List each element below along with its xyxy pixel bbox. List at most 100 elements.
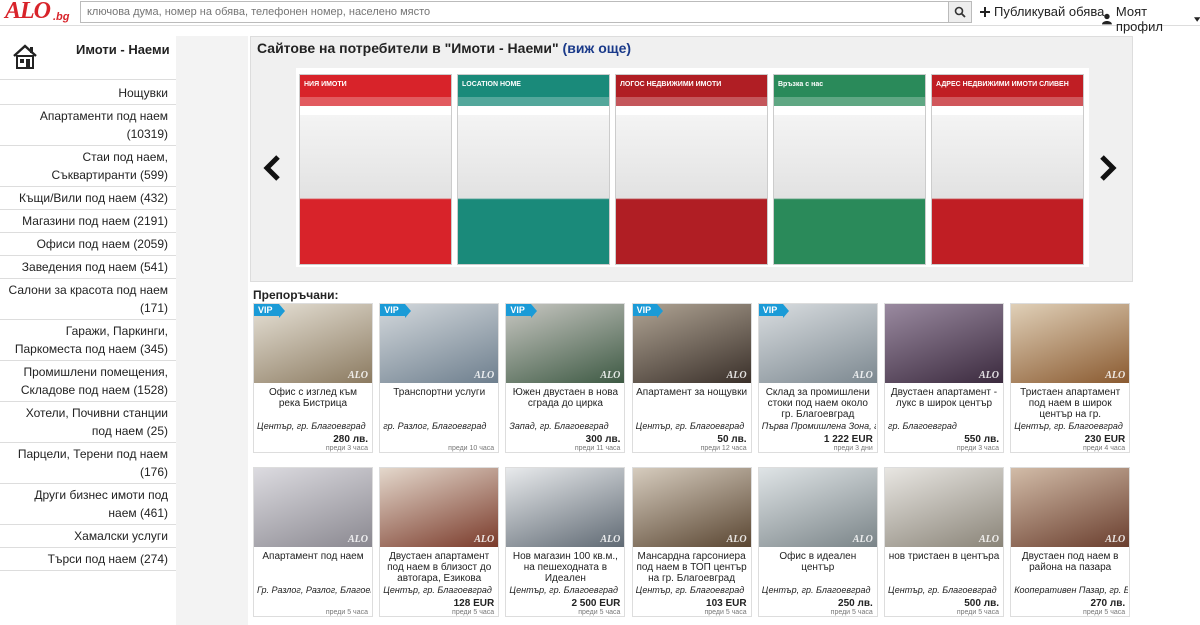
search-icon — [954, 6, 966, 18]
sidebar-item[interactable]: Хамалски услуги — [0, 525, 176, 548]
listing-price: 230 EUR — [1084, 434, 1126, 445]
listing-title: Склад за промишлени стоки под наем около… — [765, 387, 870, 420]
sidebar-item[interactable]: Стаи под наем, Съквартиранти (599) — [0, 146, 176, 187]
listing-title: Двустаен под наем в района на пазара — [1021, 551, 1119, 573]
listing-title: Нов магазин 100 кв.м., на пешеходната в … — [512, 551, 618, 584]
publish-ad-button[interactable]: Публикувай обява — [980, 4, 1104, 19]
listing-location: Център, гр. Благоевград — [635, 421, 745, 431]
slide-preview-body — [616, 115, 767, 264]
site-preview-slide[interactable]: АДРЕС НЕДВИЖИМИ ИМОТИ СЛИВЕН — [931, 74, 1084, 265]
listing-title: Двустаен апартамент - лукс в широк центъ… — [890, 387, 998, 409]
sites-carousel: НИЯ ИМОТИ LOCATION HOME ЛОГОС НЕДВИЖИМИ ИМ… — [296, 68, 1089, 267]
sidebar-item[interactable]: Апартаменти под наем (10319) — [0, 105, 176, 146]
listing-photo[interactable]: ALO — [254, 468, 372, 547]
sidebar-item[interactable]: Гаражи, Паркинги, Паркоместа под наем (3… — [0, 320, 176, 361]
category-sidebar: Имоти - Наеми Нощувки Апартаменти под на… — [0, 36, 176, 625]
vip-badge: VIP — [254, 304, 284, 318]
plus-icon — [980, 6, 990, 17]
listing-card[interactable]: ALO Мансардна гарсониера под наем в ТОП ц… — [631, 467, 752, 617]
listing-photo[interactable]: VIP ALO — [254, 304, 372, 383]
listing-photo[interactable]: ALO — [506, 468, 625, 547]
listing-title: Мансардна гарсониера под наем в ТОП цент… — [636, 551, 747, 584]
watermark-logo: ALO — [1105, 370, 1126, 381]
site-logo[interactable]: ALO .bg — [5, 0, 73, 25]
banner-title-text: Сайтове на потребители в "Имоти - Наеми" — [257, 40, 559, 56]
listing-photo[interactable]: ALO — [1011, 304, 1130, 383]
listing-photo[interactable]: ALO — [885, 304, 1003, 383]
listing-time: преди 10 часа — [448, 445, 495, 452]
vip-badge: VIP — [380, 304, 411, 318]
listing-title: Транспортни услуги — [393, 387, 486, 398]
listing-title: Офис в идеален център — [779, 551, 857, 573]
site-preview-slide[interactable]: НИЯ ИМОТИ — [299, 74, 452, 265]
listing-price: 550 лв. — [964, 434, 999, 445]
listing-location: Първа Промишлена Зона, гр. Благоевград — [761, 421, 876, 431]
my-profile-button[interactable]: Моят профил — [1102, 4, 1200, 34]
sidebar-item[interactable]: Други бизнес имоти под наем (461) — [0, 484, 176, 525]
ad-gutter — [176, 36, 248, 625]
sidebar-item[interactable]: Парцели, Терени под наем (176) — [0, 443, 176, 484]
sidebar-item[interactable]: Търси под наем (274) — [0, 548, 176, 571]
slide-preview-body — [458, 115, 609, 264]
listing-location: Център, гр. Благоевград — [888, 585, 997, 595]
listing-time: преди 3 часа — [956, 445, 999, 452]
listing-photo[interactable]: VIP ALO — [380, 304, 499, 383]
listing-card[interactable]: ALO Тристаен апартамент под наем в широк … — [1010, 303, 1131, 453]
listing-time: преди 5 часа — [1083, 609, 1126, 616]
listing-photo[interactable]: VIP ALO — [632, 304, 751, 383]
listing-card[interactable]: VIP ALO Южен двустаен в нова сграда до цир… — [505, 303, 626, 453]
see-more-link[interactable]: (виж още) — [563, 40, 632, 56]
sidebar-item[interactable]: Магазини под наем (2191) — [0, 210, 176, 233]
listing-card[interactable]: ALO Двустаен апартамент - лукс в широк це… — [884, 303, 1004, 453]
listing-title: Южен двустаен в нова сграда до цирка — [512, 387, 619, 409]
listing-photo[interactable]: ALO — [758, 468, 877, 547]
listing-price: 50 лв. — [717, 434, 747, 445]
listing-location: Център, гр. Благоевград — [635, 585, 745, 595]
site-preview-slide[interactable]: Връзка с нас — [773, 74, 926, 265]
listing-photo[interactable]: ALO — [380, 468, 499, 547]
watermark-logo: ALO — [474, 534, 495, 545]
listing-title: Двустаен апартамент под наем в близост д… — [387, 551, 492, 584]
sidebar-item[interactable]: Заведения под наем (541) — [0, 256, 176, 279]
slide-navbar — [932, 97, 1083, 106]
sidebar-item[interactable]: Салони за красота под наем (171) — [0, 279, 176, 320]
listing-photo[interactable]: VIP ALO — [758, 304, 877, 383]
listing-card[interactable]: ALO Нов магазин 100 кв.м., на пешеходната… — [505, 467, 626, 617]
site-preview-slide[interactable]: LOCATION HOME — [457, 74, 610, 265]
sidebar-item[interactable]: Нощувки — [0, 82, 176, 105]
site-preview-slide[interactable]: ЛОГОС НЕДВИЖИМИ ИМОТИ — [615, 74, 768, 265]
listing-card[interactable]: VIP ALO Склад за промишлени стоки под наем… — [757, 303, 878, 453]
listing-photo[interactable]: ALO — [1011, 468, 1130, 547]
sidebar-item[interactable]: Промишлени помещения, Складове под наем … — [0, 361, 176, 402]
sidebar-header: Имоти - Наеми — [0, 36, 176, 80]
sidebar-item[interactable]: Офиси под наем (2059) — [0, 233, 176, 256]
listing-time: преди 3 дни — [833, 445, 873, 452]
sidebar-item[interactable]: Хотели, Почивни станции под наем (25) — [0, 402, 176, 443]
listing-photo[interactable]: ALO — [885, 468, 1003, 547]
listing-card[interactable]: ALO Апартамент под наем Гр. Разлог, Разлог… — [253, 467, 373, 617]
listing-card[interactable]: ALO нов тристаен в центъра Център, гр. Бла… — [884, 467, 1004, 617]
listing-card[interactable]: ALO Двустаен апартамент под наем в близос… — [379, 467, 500, 617]
listing-card[interactable]: ALO Офис в идеален център Център, гр. Благ… — [757, 467, 878, 617]
slide-heading: АДРЕС НЕДВИЖИМИ ИМОТИ СЛИВЕН — [932, 75, 1083, 97]
search-input[interactable] — [80, 1, 948, 23]
publish-label: Публикувай обява — [994, 4, 1105, 19]
listing-card[interactable]: ALO Двустаен под наем в района на пазара К… — [1010, 467, 1131, 617]
logo-domain: .bg — [53, 11, 70, 23]
listing-time: преди 5 часа — [578, 609, 621, 616]
recommended-heading: Препоръчани: — [253, 288, 339, 302]
listing-title: Апартамент за нощувки — [636, 387, 748, 398]
listing-photo[interactable]: VIP ALO — [506, 304, 625, 383]
sidebar-item[interactable]: Къщи/Вили под наем (432) — [0, 187, 176, 210]
listing-card[interactable]: VIP ALO Транспортни услуги гр. Разлог, Благ… — [379, 303, 500, 453]
slide-preview-body — [300, 115, 451, 264]
carousel-next-button[interactable] — [1099, 155, 1117, 189]
slide-heading: Връзка с нас — [774, 75, 925, 97]
carousel-prev-button[interactable] — [263, 155, 281, 189]
search-button[interactable] — [948, 1, 972, 23]
listing-photo[interactable]: ALO — [632, 468, 751, 547]
listing-location: Център, гр. Благоевград — [509, 585, 619, 595]
listing-card[interactable]: VIP ALO Апартамент за нощувки Център, гр. Б… — [631, 303, 752, 453]
listing-time: преди 12 часа — [700, 445, 747, 452]
listing-card[interactable]: VIP ALO Офис с изглед към река Бистрица Цен… — [253, 303, 373, 453]
